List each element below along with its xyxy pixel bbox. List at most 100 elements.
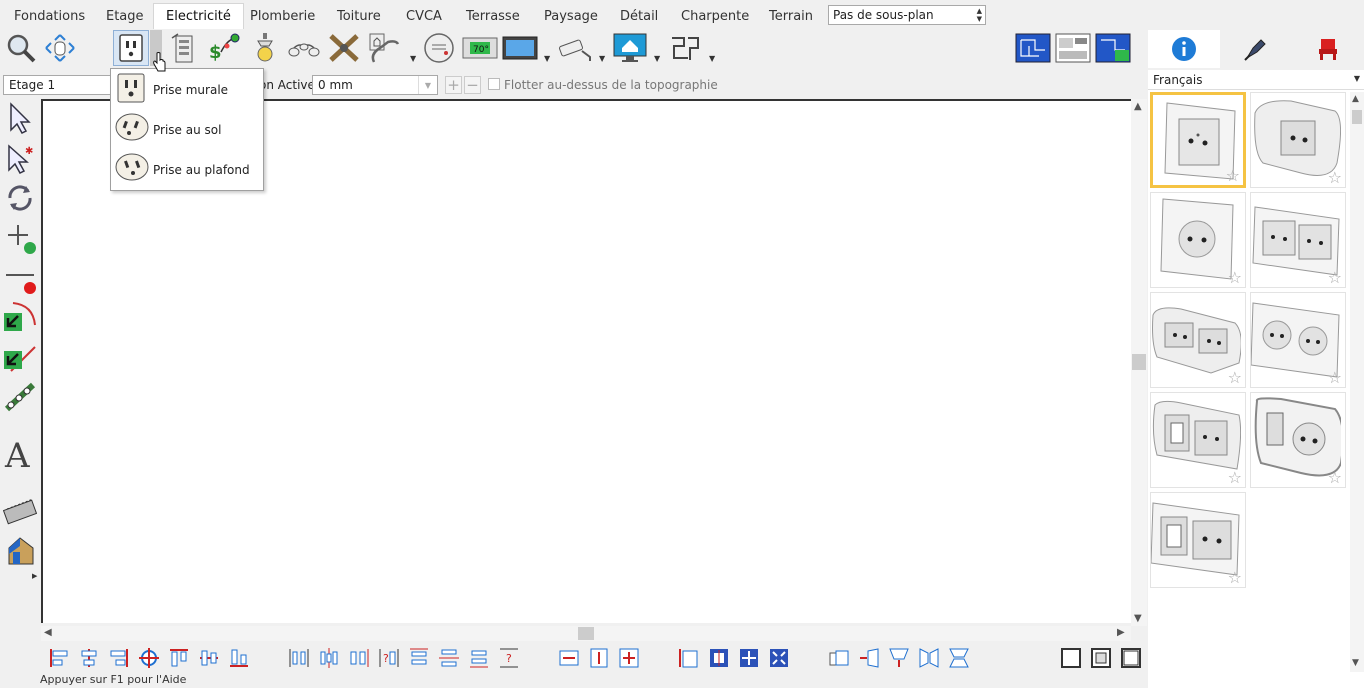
distribute-v-top-button[interactable] [406, 645, 432, 671]
tv-button[interactable] [502, 30, 538, 66]
tab-paysage[interactable]: Paysage [544, 9, 598, 24]
tab-charpente[interactable]: Charpente [681, 9, 749, 24]
favorite-star-icon[interactable]: ☆ [1228, 570, 1242, 586]
menu-item-floor-outlet[interactable]: Prise au sol [113, 110, 261, 148]
tab-etage[interactable]: Etage [106, 9, 144, 24]
scroll-left-icon[interactable]: ◀ [44, 627, 52, 638]
canvas-horizontal-scrollbar[interactable]: ◀ ▶ [41, 626, 1131, 641]
reflect-left-button[interactable] [856, 645, 882, 671]
match-size-button[interactable] [616, 645, 642, 671]
match-height-button[interactable] [586, 645, 612, 671]
library-scroll-thumb[interactable] [1352, 110, 1362, 124]
library-vertical-scrollbar[interactable]: ▲ ▼ [1350, 92, 1364, 672]
library-item-outlet-6[interactable]: ☆ [1250, 292, 1346, 388]
floor-select[interactable]: Etage 1 [3, 75, 111, 95]
shrink-to-center-button[interactable] [766, 645, 792, 671]
copy-position-button[interactable] [826, 645, 852, 671]
pan-tool-button[interactable] [43, 30, 77, 66]
frame-double-button[interactable] [1088, 645, 1114, 671]
frame-single-button[interactable] [1058, 645, 1084, 671]
canvas-vertical-scrollbar[interactable]: ▲ ▼ [1131, 99, 1147, 626]
subplan-select[interactable]: Pas de sous-plan ▲ ▼ [828, 5, 986, 25]
favorite-star-icon[interactable]: ☆ [1328, 170, 1342, 186]
library-item-outlet-8[interactable]: ☆ [1250, 392, 1346, 488]
elevation-view-button[interactable] [1095, 30, 1131, 66]
library-item-outlet-5[interactable]: ☆ [1150, 292, 1246, 388]
favorite-star-icon[interactable]: ☆ [1228, 370, 1242, 386]
library-item-outlet-3[interactable]: ☆ [1150, 192, 1246, 288]
elevation-input[interactable]: 0 mm ▼ [312, 75, 438, 95]
tab-electricite[interactable]: Electricité [153, 3, 244, 29]
favorite-star-icon[interactable]: ☆ [1328, 470, 1342, 486]
decrease-elevation-button[interactable]: − [464, 76, 481, 94]
distribute-v-bottom-button[interactable] [466, 645, 492, 671]
tab-detail[interactable]: Détail [620, 9, 658, 24]
favorite-star-icon[interactable]: ☆ [1328, 270, 1342, 286]
match-width-button[interactable] [556, 645, 582, 671]
tab-toiture[interactable]: Toiture [337, 9, 381, 24]
reflect-horizontal-button[interactable] [916, 645, 942, 671]
align-center-h-button[interactable] [76, 645, 102, 671]
rotate-tool-button[interactable] [2, 180, 38, 216]
select-special-button[interactable]: ✱ [2, 140, 38, 176]
scroll-down-icon[interactable]: ▼ [1352, 658, 1359, 668]
align-right-button[interactable] [106, 645, 132, 671]
horizontal-scroll-thumb[interactable] [578, 627, 594, 640]
wire-button[interactable]: $ [207, 30, 241, 66]
favorite-star-icon[interactable]: ☆ [1328, 370, 1342, 386]
stretch-height-button[interactable] [676, 645, 702, 671]
library-item-outlet-9[interactable]: ☆ [1150, 492, 1246, 588]
smart-home-button[interactable] [611, 30, 649, 66]
scroll-up-icon[interactable]: ▲ [1352, 94, 1359, 104]
scroll-up-icon[interactable]: ▲ [1134, 101, 1142, 112]
join-tool-button[interactable] [2, 380, 38, 416]
space-v-button[interactable]: ? [496, 645, 522, 671]
3d-view-button[interactable] [2, 532, 38, 568]
tab-fondations[interactable]: Fondations [14, 9, 85, 24]
tab-plomberie[interactable]: Plomberie [250, 9, 315, 24]
favorite-star-icon[interactable]: ☆ [1228, 270, 1242, 286]
align-centers-button[interactable] [136, 645, 162, 671]
align-top-button[interactable] [166, 645, 192, 671]
library-item-outlet-7[interactable]: ☆ [1150, 392, 1246, 488]
layout-view-button[interactable] [1055, 30, 1091, 66]
delete-point-button[interactable] [2, 260, 38, 296]
scroll-right-icon[interactable]: ▶ [1117, 627, 1125, 638]
menu-item-wall-outlet[interactable]: Prise murale [113, 70, 261, 108]
favorite-star-icon[interactable]: ☆ [1228, 470, 1242, 486]
align-bottom-button[interactable] [226, 645, 252, 671]
tab-terrain[interactable]: Terrain [769, 9, 813, 24]
vertical-scroll-thumb[interactable] [1132, 354, 1146, 370]
camera-tool-button[interactable] [2, 492, 38, 528]
tab-info[interactable] [1148, 30, 1220, 68]
circuit-path-button[interactable] [666, 30, 704, 66]
favorite-star-icon[interactable]: ☆ [1226, 168, 1240, 184]
scroll-down-icon[interactable]: ▼ [1134, 613, 1142, 624]
reflect-top-button[interactable] [886, 645, 912, 671]
tab-draw[interactable] [1220, 30, 1292, 68]
dropdown-arrow-icon[interactable]: ▼ [709, 54, 715, 63]
space-h-button[interactable]: ? [376, 645, 402, 671]
library-item-outlet-1[interactable]: ☆ [1150, 92, 1246, 188]
distribute-center-h-button[interactable] [316, 645, 342, 671]
distribute-right-button[interactable] [346, 645, 372, 671]
breaker-panel-button[interactable] [168, 30, 202, 66]
ceiling-fan-light-button[interactable] [286, 30, 320, 66]
align-left-button[interactable] [46, 645, 72, 671]
align-middle-button[interactable] [196, 645, 222, 671]
language-select[interactable]: Français ▼ [1148, 70, 1364, 90]
light-fixture-button[interactable] [248, 30, 282, 66]
break-line-alt-button[interactable] [2, 340, 38, 376]
center-both-button[interactable] [736, 645, 762, 671]
floor-plan-view-button[interactable] [1015, 30, 1051, 66]
tab-terrasse[interactable]: Terrasse [466, 9, 520, 24]
dropdown-arrow-icon[interactable]: ▼ [654, 54, 660, 63]
library-item-outlet-2[interactable]: ☆ [1250, 92, 1346, 188]
center-in-box-button[interactable] [706, 645, 732, 671]
increase-elevation-button[interactable]: + [445, 76, 462, 94]
break-line-button[interactable] [2, 300, 38, 336]
dropdown-arrow-icon[interactable]: ▼ [544, 54, 550, 63]
frame-corners-button[interactable] [1118, 645, 1144, 671]
zoom-tool-button[interactable] [4, 30, 38, 66]
library-item-outlet-4[interactable]: ☆ [1250, 192, 1346, 288]
